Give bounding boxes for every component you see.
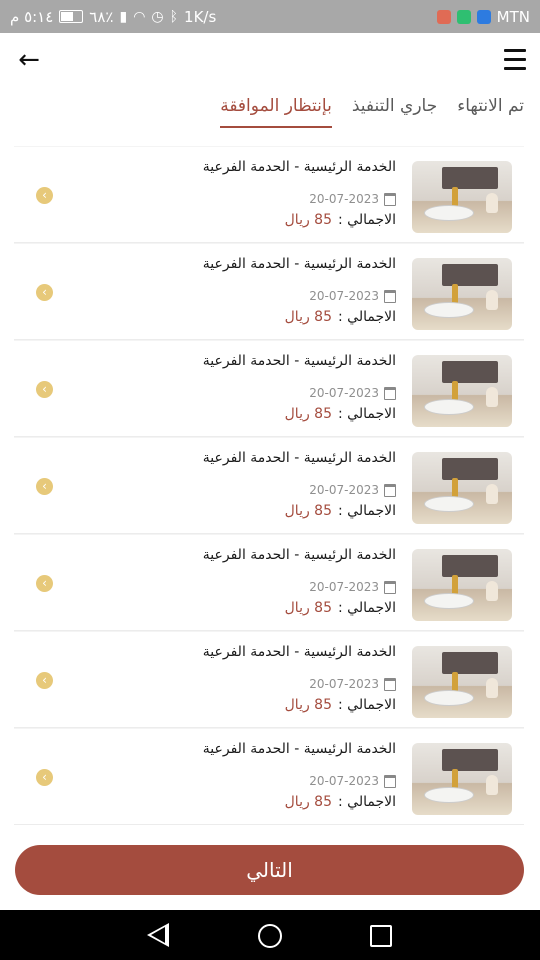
- order-total: الاجمالي : 85 ريال: [285, 794, 396, 810]
- app-header: ←: [0, 33, 540, 91]
- nav-home-icon[interactable]: [258, 924, 282, 948]
- order-date: 20-07-2023: [309, 289, 396, 303]
- order-total: الاجمالي : 85 ريال: [285, 600, 396, 616]
- order-date-text: 20-07-2023: [309, 677, 379, 691]
- calendar-icon: [384, 774, 396, 788]
- order-title: الخدمة الرئيسية - الحدمة الفرعية: [202, 741, 396, 757]
- tab-pending-approval[interactable]: بإنتظار الموافقة: [220, 96, 332, 128]
- order-card[interactable]: الخدمة الرئيسية - الحدمة الفرعية 20-07-2…: [14, 340, 524, 437]
- order-date-text: 20-07-2023: [309, 386, 379, 400]
- total-amount: 85 ريال: [284, 600, 332, 616]
- service-thumbnail: [412, 452, 512, 524]
- service-thumbnail: [412, 355, 512, 427]
- chevron-left-icon[interactable]: ‹: [36, 284, 53, 301]
- order-title: الخدمة الرئيسية - الحدمة الفرعية: [202, 353, 396, 369]
- battery-level: ٦٨٪: [89, 7, 114, 26]
- network-speed: 1K/s: [184, 7, 217, 26]
- status-left: ٥:١٤ م ٦٨٪ ▮ ◠ ◷ ᛒ 1K/s: [10, 8, 216, 26]
- tab-in-progress[interactable]: جاري التنفيذ: [352, 96, 437, 128]
- chevron-left-icon[interactable]: ‹: [36, 672, 53, 689]
- order-date-text: 20-07-2023: [309, 774, 379, 788]
- order-total: الاجمالي : 85 ريال: [285, 503, 396, 519]
- shield-app-icon: [476, 9, 491, 24]
- order-total: الاجمالي : 85 ريال: [285, 212, 396, 228]
- order-title: الخدمة الرئيسية - الحدمة الفرعية: [202, 644, 396, 660]
- total-amount: 85 ريال: [284, 406, 332, 422]
- chevron-left-icon[interactable]: ‹: [36, 478, 53, 495]
- order-title: الخدمة الرئيسية - الحدمة الفرعية: [202, 159, 396, 175]
- status-time: ٥:١٤ م: [10, 7, 54, 26]
- order-card[interactable]: الخدمة الرئيسية - الحدمة الفرعية 20-07-2…: [14, 437, 524, 534]
- total-label: الاجمالي :: [338, 309, 396, 325]
- tab-completed[interactable]: تم الانتهاء: [457, 96, 524, 128]
- next-button[interactable]: التالي: [15, 845, 524, 895]
- wifi-icon: ◠: [133, 8, 146, 25]
- chevron-left-icon[interactable]: ‹: [36, 381, 53, 398]
- order-date: 20-07-2023: [309, 774, 396, 788]
- status-right: MTN: [436, 7, 530, 26]
- total-label: الاجمالي :: [338, 794, 396, 810]
- orders-list: الخدمة الرئيسية - الحدمة الفرعية 20-07-2…: [14, 146, 524, 825]
- service-thumbnail: [412, 258, 512, 330]
- calendar-icon: [384, 192, 396, 206]
- signal-icon: ▮: [119, 8, 128, 25]
- total-amount: 85 ريال: [284, 212, 332, 228]
- order-title: الخدمة الرئيسية - الحدمة الفرعية: [202, 256, 396, 272]
- total-amount: 85 ريال: [284, 309, 332, 325]
- service-thumbnail: [412, 646, 512, 718]
- back-arrow-icon[interactable]: ←: [14, 45, 44, 75]
- chevron-left-icon[interactable]: ‹: [36, 769, 53, 786]
- order-date: 20-07-2023: [309, 677, 396, 691]
- nav-recents-icon[interactable]: [370, 925, 392, 947]
- service-thumbnail: [412, 161, 512, 233]
- calendar-icon: [384, 483, 396, 497]
- app-notification-icon: [436, 9, 451, 24]
- service-thumbnail: [412, 549, 512, 621]
- order-card[interactable]: الخدمة الرئيسية - الحدمة الفرعية 20-07-2…: [14, 631, 524, 728]
- nav-back-icon[interactable]: [147, 923, 169, 947]
- total-label: الاجمالي :: [338, 212, 396, 228]
- order-date-text: 20-07-2023: [309, 483, 379, 497]
- status-bar: ٥:١٤ م ٦٨٪ ▮ ◠ ◷ ᛒ 1K/s MTN: [0, 0, 540, 33]
- carrier-name: MTN: [496, 7, 530, 26]
- order-card[interactable]: الخدمة الرئيسية - الحدمة الفرعية 20-07-2…: [14, 534, 524, 631]
- order-total: الاجمالي : 85 ريال: [285, 697, 396, 713]
- order-total: الاجمالي : 85 ريال: [285, 309, 396, 325]
- order-date: 20-07-2023: [309, 580, 396, 594]
- order-date: 20-07-2023: [309, 483, 396, 497]
- order-status-tabs: بإنتظار الموافقة جاري التنفيذ تم الانتها…: [220, 96, 524, 128]
- order-date: 20-07-2023: [309, 192, 396, 206]
- order-date-text: 20-07-2023: [309, 192, 379, 206]
- calendar-icon: [384, 580, 396, 594]
- order-date-text: 20-07-2023: [309, 289, 379, 303]
- order-date-text: 20-07-2023: [309, 580, 379, 594]
- order-card[interactable]: الخدمة الرئيسية - الحدمة الفرعية 20-07-2…: [14, 728, 524, 825]
- calendar-icon: [384, 386, 396, 400]
- fitness-app-icon: [456, 9, 471, 24]
- total-label: الاجمالي :: [338, 697, 396, 713]
- hamburger-menu-icon[interactable]: [504, 49, 526, 71]
- order-title: الخدمة الرئيسية - الحدمة الفرعية: [202, 450, 396, 466]
- total-label: الاجمالي :: [338, 600, 396, 616]
- total-label: الاجمالي :: [338, 406, 396, 422]
- service-thumbnail: [412, 743, 512, 815]
- chevron-left-icon[interactable]: ‹: [36, 187, 53, 204]
- order-date: 20-07-2023: [309, 386, 396, 400]
- bluetooth-icon: ᛒ: [169, 8, 179, 25]
- total-amount: 85 ريال: [284, 503, 332, 519]
- order-card[interactable]: الخدمة الرئيسية - الحدمة الفرعية 20-07-2…: [14, 146, 524, 243]
- system-nav-bar: [0, 910, 540, 960]
- order-card[interactable]: الخدمة الرئيسية - الحدمة الفرعية 20-07-2…: [14, 243, 524, 340]
- calendar-icon: [384, 677, 396, 691]
- calendar-icon: [384, 289, 396, 303]
- total-amount: 85 ريال: [284, 697, 332, 713]
- battery-icon: [59, 10, 84, 23]
- order-title: الخدمة الرئيسية - الحدمة الفرعية: [202, 547, 396, 563]
- total-label: الاجمالي :: [338, 503, 396, 519]
- order-total: الاجمالي : 85 ريال: [285, 406, 396, 422]
- total-amount: 85 ريال: [284, 794, 332, 810]
- alarm-icon: ◷: [151, 8, 164, 25]
- chevron-left-icon[interactable]: ‹: [36, 575, 53, 592]
